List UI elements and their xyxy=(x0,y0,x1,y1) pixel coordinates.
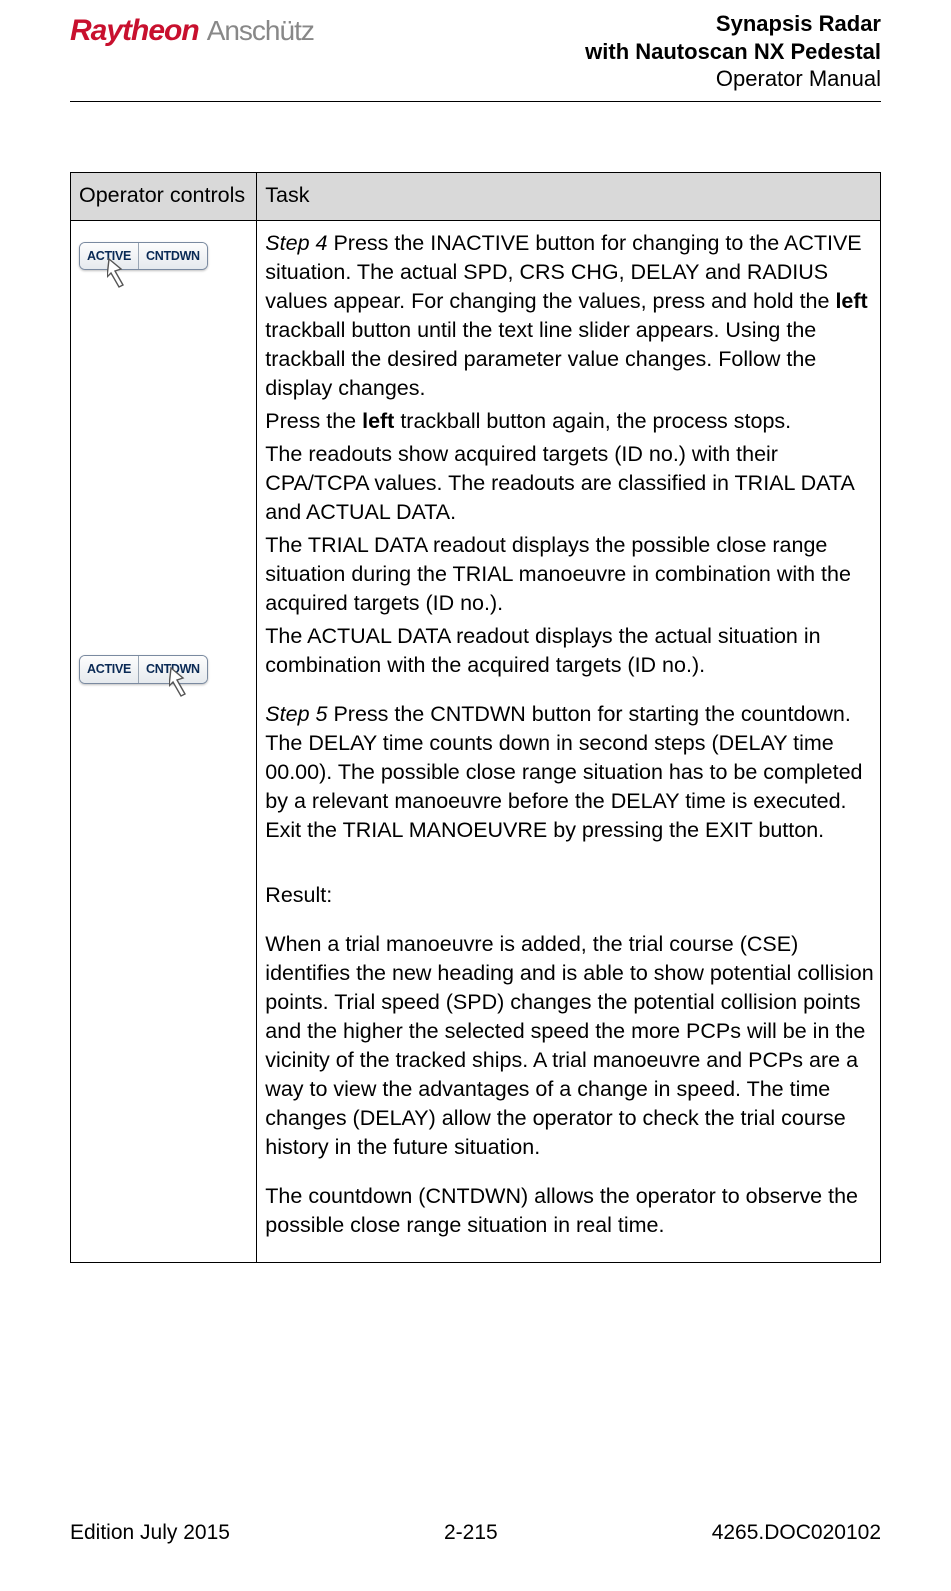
result-label: Result: xyxy=(265,881,874,910)
vertical-spacer xyxy=(79,280,250,652)
controls-cell: ACTIVE CNTDWN ACTIVE CNTDWN xyxy=(71,220,257,1262)
operator-controls-table: Operator controls Task ACTIVE CNTDWN xyxy=(70,172,881,1264)
control-illustration-cntdwn: ACTIVE CNTDWN xyxy=(79,652,219,684)
raytheon-logo: Raytheon xyxy=(70,14,199,48)
cntdwn-button[interactable]: CNTDWN xyxy=(139,656,207,683)
step5-paragraph: Step 5 Press the CNTDWN button for start… xyxy=(265,700,874,845)
step4-line2a: Press the xyxy=(265,409,362,433)
step4-line5: The ACTUAL DATA readout displays the act… xyxy=(265,622,874,680)
step4-label: Step 4 xyxy=(265,231,327,255)
step4-left-bold-2: left xyxy=(362,409,394,433)
control-illustration-active: ACTIVE CNTDWN xyxy=(79,239,219,271)
title-line-2: with Nautoscan NX Pedestal xyxy=(585,38,881,66)
title-line-1: Synapsis Radar xyxy=(585,10,881,38)
footer-page-number: 2-215 xyxy=(444,1521,498,1545)
page-footer: Edition July 2015 2-215 4265.DOC020102 xyxy=(70,1521,881,1545)
content-area: Operator controls Task ACTIVE CNTDWN xyxy=(70,172,881,1264)
button-group: ACTIVE CNTDWN xyxy=(79,655,208,684)
col-header-task: Task xyxy=(257,172,881,220)
table-header-row: Operator controls Task xyxy=(71,172,881,220)
step4-left-bold-1: left xyxy=(835,289,867,313)
active-button[interactable]: ACTIVE xyxy=(80,656,139,683)
title-line-3: Operator Manual xyxy=(585,65,881,93)
step4-line3: The readouts show acquired targets (ID n… xyxy=(265,440,874,527)
footer-edition: Edition July 2015 xyxy=(70,1521,230,1545)
footer-doc-id: 4265.DOC020102 xyxy=(712,1521,881,1545)
result-paragraph-1: When a trial manoeuvre is added, the tri… xyxy=(265,930,874,1162)
step5-text: Press the CNTDWN button for starting the… xyxy=(265,702,862,842)
anschutz-logo: Anschütz xyxy=(207,15,314,47)
page-header: Raytheon Anschütz Synapsis Radar with Na… xyxy=(70,10,881,93)
step4-text-2: trackball button until the text line sli… xyxy=(265,318,816,400)
document-title: Synapsis Radar with Nautoscan NX Pedesta… xyxy=(585,10,881,93)
step4-text-1: Press the INACTIVE button for changing t… xyxy=(265,231,861,313)
page-root: Raytheon Anschütz Synapsis Radar with Na… xyxy=(0,0,951,1263)
step5-label: Step 5 xyxy=(265,702,327,726)
cntdwn-button[interactable]: CNTDWN xyxy=(139,243,207,270)
step4-line2: Press the left trackball button again, t… xyxy=(265,407,874,436)
step4-line2b: trackball button again, the process stop… xyxy=(394,409,791,433)
result-paragraph-2: The countdown (CNTDWN) allows the operat… xyxy=(265,1182,874,1240)
button-group: ACTIVE CNTDWN xyxy=(79,242,208,271)
table-row: ACTIVE CNTDWN ACTIVE CNTDWN xyxy=(71,220,881,1262)
step4-line4: The TRIAL DATA readout displays the poss… xyxy=(265,531,874,618)
col-header-controls: Operator controls xyxy=(71,172,257,220)
active-button[interactable]: ACTIVE xyxy=(80,243,139,270)
step4-paragraph: Step 4 Press the INACTIVE button for cha… xyxy=(265,229,874,403)
logo-block: Raytheon Anschütz xyxy=(70,14,314,48)
task-cell: Step 4 Press the INACTIVE button for cha… xyxy=(257,220,881,1262)
header-divider xyxy=(70,101,881,102)
